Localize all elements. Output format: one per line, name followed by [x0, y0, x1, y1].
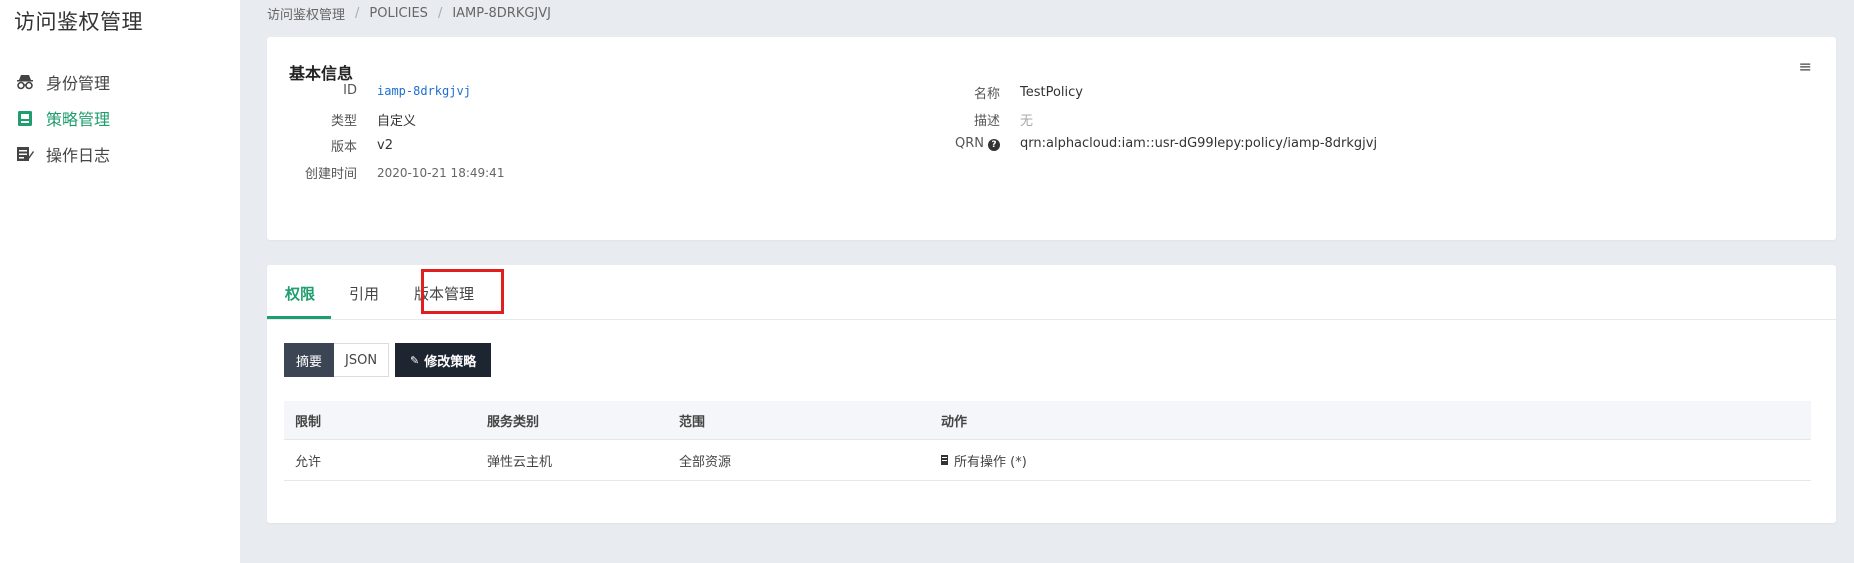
info-value: 自定义	[377, 114, 417, 129]
menu-icon[interactable]: ≡	[1799, 57, 1812, 76]
info-label: 描述	[973, 114, 1000, 129]
main-content: 访问鉴权管理 / POLICIES / IAMP-8DRKGJVJ 基本信息 ≡…	[240, 0, 1854, 563]
sidebar-item-policy[interactable]: 策略管理	[14, 100, 110, 136]
edit-policy-button[interactable]: ✎ 修改策略	[395, 343, 492, 377]
cell-scope: 全部资源	[668, 439, 930, 481]
sidebar-item-label: 身份管理	[46, 74, 111, 93]
info-row-qrn: QRN? qrn:alphacloud:iam::usr-dG99lepy:po…	[940, 136, 1377, 151]
breadcrumb-separator: /	[437, 6, 443, 21]
info-row-description: 描述 无	[940, 110, 1033, 129]
view-summary-button[interactable]: 摘要	[284, 343, 335, 377]
breadcrumb: 访问鉴权管理 / POLICIES / IAMP-8DRKGJVJ	[267, 4, 551, 23]
table-row: 允许 弹性云主机 全部资源 所有操作 (*)	[284, 439, 1811, 481]
help-icon[interactable]: ?	[988, 139, 1000, 151]
info-label: 名称	[973, 87, 1000, 102]
policy-icon	[14, 109, 36, 127]
info-label: 类型	[330, 114, 357, 129]
log-icon	[14, 145, 36, 163]
cell-action: 所有操作 (*)	[930, 439, 1811, 481]
breadcrumb-item-home[interactable]: 访问鉴权管理	[267, 4, 345, 23]
breadcrumb-separator: /	[355, 6, 360, 21]
breadcrumb-item-policies[interactable]: POLICIES	[369, 6, 428, 21]
info-label: 版本	[330, 140, 357, 155]
sidebar-nav: 身份管理 策略管理 操作日志	[14, 64, 110, 172]
view-toggle: 摘要 JSON	[284, 343, 390, 377]
tab-references[interactable]: 引用	[349, 283, 379, 304]
info-value: TestPolicy	[1020, 85, 1083, 100]
policy-id-link[interactable]: iamp-8drkgjvj	[377, 84, 471, 98]
action-text[interactable]: 所有操作 (*)	[954, 451, 1027, 470]
active-tab-indicator	[267, 316, 331, 319]
cell-effect: 允许	[284, 439, 476, 481]
info-value: 2020-10-21 18:49:41	[377, 165, 505, 180]
highlight-box	[421, 269, 504, 314]
sidebar: 访问鉴权管理 身份管理 策略管理 操作日志	[0, 0, 240, 563]
info-label: QRN?	[940, 136, 1000, 151]
table-header-row: 限制 服务类别 范围 动作	[284, 401, 1811, 440]
info-label: ID	[343, 83, 357, 98]
permissions-table: 限制 服务类别 范围 动作 允许 弹性云主机 全部资源 所有操作 (*)	[284, 401, 1811, 481]
breadcrumb-item-current: IAMP-8DRKGJVJ	[452, 6, 551, 21]
info-label: 创建时间	[304, 167, 357, 182]
info-row-name: 名称 TestPolicy	[940, 83, 1083, 102]
info-value: qrn:alphacloud:iam::usr-dG99lepy:policy/…	[1020, 136, 1378, 151]
document-icon	[941, 455, 948, 465]
edit-policy-label: 修改策略	[424, 354, 477, 370]
pencil-icon: ✎	[410, 353, 420, 367]
identity-icon	[14, 73, 36, 91]
permissions-card: 权限 引用 版本管理 摘要 JSON ✎ 修改策略 限制 服务类别 范围 动作	[267, 265, 1836, 523]
basic-info-card: 基本信息 ≡ ID iamp-8drkgjvj 类型 自定义 版本 v2 创建时…	[267, 37, 1836, 240]
sidebar-item-label: 策略管理	[46, 110, 111, 129]
view-json-button[interactable]: JSON	[334, 343, 390, 377]
sidebar-item-log[interactable]: 操作日志	[14, 136, 110, 172]
info-row-version: 版本 v2	[267, 136, 393, 155]
column-header-action: 动作	[930, 401, 1811, 440]
basic-info-title: 基本信息	[289, 64, 354, 83]
tab-bar: 权限 引用 版本管理	[267, 265, 1836, 320]
tab-permissions[interactable]: 权限	[285, 283, 315, 304]
app-title: 访问鉴权管理	[14, 10, 143, 34]
cell-service: 弹性云主机	[476, 439, 668, 481]
column-header-effect: 限制	[284, 401, 476, 440]
info-row-id: ID iamp-8drkgjvj	[267, 83, 471, 98]
info-row-type: 类型 自定义	[267, 110, 416, 129]
column-header-service: 服务类别	[476, 401, 668, 440]
sidebar-item-identity[interactable]: 身份管理	[14, 64, 110, 100]
info-value: 无	[1020, 114, 1034, 129]
info-row-created: 创建时间 2020-10-21 18:49:41	[267, 163, 505, 183]
sidebar-item-label: 操作日志	[46, 146, 111, 165]
column-header-scope: 范围	[668, 401, 930, 440]
info-value: v2	[377, 138, 393, 153]
